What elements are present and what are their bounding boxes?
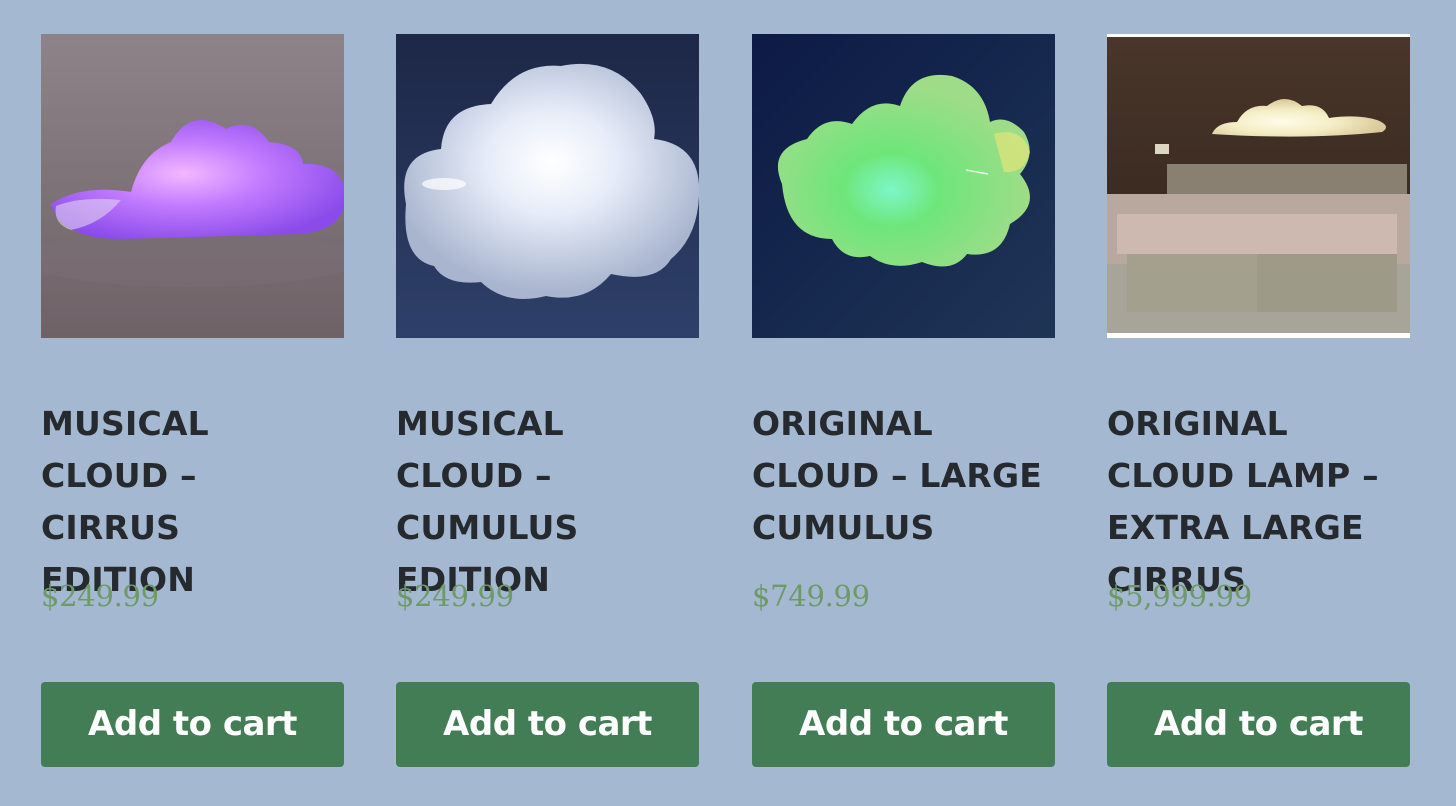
purple-cloud-lamp-image xyxy=(41,34,344,338)
product-price: $249.99 xyxy=(41,579,159,613)
product-card: ORIGINAL CLOUD – LARGE CUMULUS $749.99 A… xyxy=(752,34,1055,767)
product-title[interactable]: MUSICAL CLOUD – CUMULUS EDITION xyxy=(396,398,699,606)
white-cloud-lamp-image xyxy=(396,34,699,338)
product-image-link[interactable] xyxy=(41,34,344,338)
add-to-cart-button[interactable]: Add to cart xyxy=(41,682,344,767)
green-cloud-lamp-image xyxy=(752,34,1055,338)
product-grid: MUSICAL CLOUD – CIRRUS EDITION $249.99 A… xyxy=(41,34,1410,774)
product-card: ORIGINAL CLOUD LAMP – EXTRA LARGE CIRRUS… xyxy=(1107,34,1410,767)
product-image-link[interactable] xyxy=(1107,34,1410,338)
add-to-cart-button[interactable]: Add to cart xyxy=(396,682,699,767)
product-title[interactable]: ORIGINAL CLOUD LAMP – EXTRA LARGE CIRRUS xyxy=(1107,398,1410,606)
product-price: $5,999.99 xyxy=(1107,579,1252,613)
product-card: MUSICAL CLOUD – CUMULUS EDITION $249.99 … xyxy=(396,34,699,767)
product-price: $249.99 xyxy=(396,579,514,613)
product-title[interactable]: MUSICAL CLOUD – CIRRUS EDITION xyxy=(41,398,344,606)
product-card: MUSICAL CLOUD – CIRRUS EDITION $249.99 A… xyxy=(41,34,344,767)
product-image-link[interactable] xyxy=(396,34,699,338)
add-to-cart-button[interactable]: Add to cart xyxy=(1107,682,1410,767)
add-to-cart-button[interactable]: Add to cart xyxy=(752,682,1055,767)
product-image-link[interactable] xyxy=(752,34,1055,338)
product-price: $749.99 xyxy=(752,579,870,613)
bedroom-cloud-lamp-image xyxy=(1107,34,1410,338)
product-title[interactable]: ORIGINAL CLOUD – LARGE CUMULUS xyxy=(752,398,1055,554)
